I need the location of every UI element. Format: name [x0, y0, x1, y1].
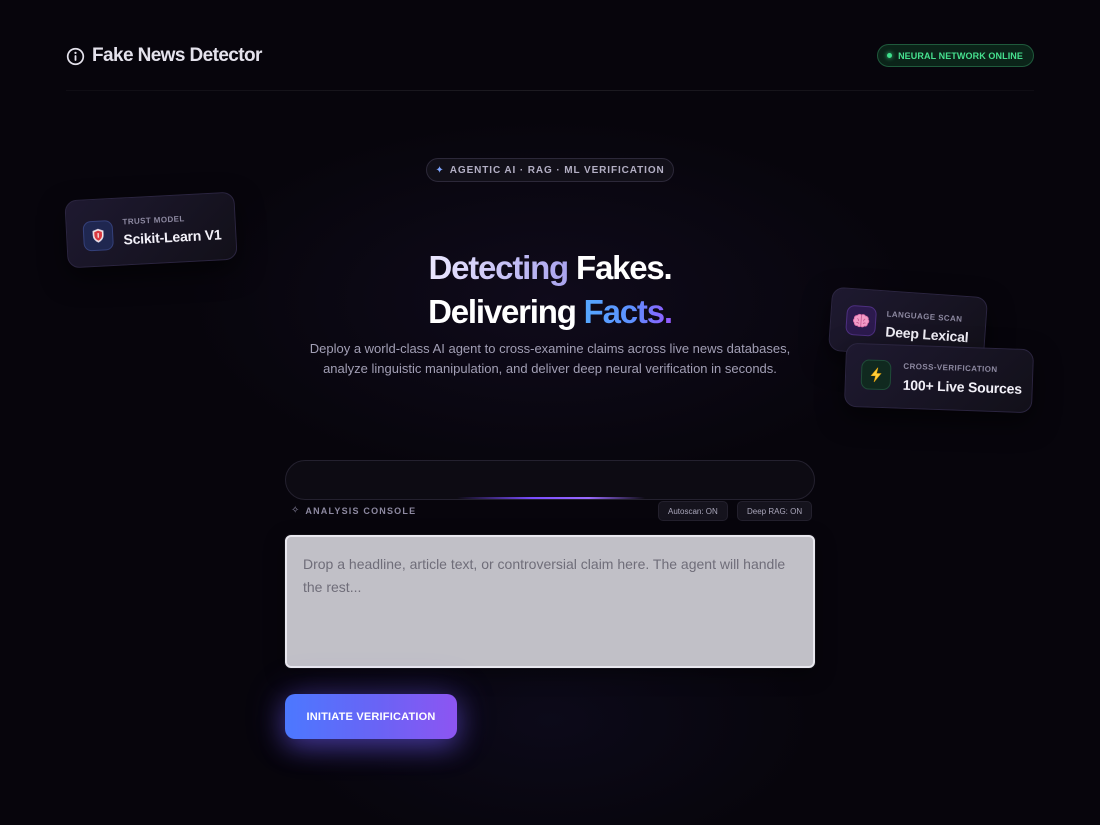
claim-input[interactable] — [285, 535, 815, 668]
headline-line-1: Detecting Fakes. — [200, 246, 900, 290]
sparkle-icon: ✦ — [435, 164, 444, 176]
headline-word-delivering: Delivering — [428, 293, 577, 331]
sparkle-icon: ✧ — [291, 505, 300, 516]
header-divider — [66, 90, 1034, 91]
console-label-group: ✧ ANALYSIS CONSOLE — [291, 505, 416, 516]
initiate-verification-button[interactable]: INITIATE VERIFICATION — [285, 694, 457, 739]
brain-icon — [845, 304, 878, 337]
console-progress-bar — [457, 497, 645, 499]
trust-model-label: TRUST MODEL — [122, 214, 185, 227]
lightning-icon — [860, 359, 892, 391]
deep-rag-toggle[interactable]: Deep RAG: ON — [737, 501, 813, 521]
top-header: Fake News Detector NEURAL NETWORK ONLINE — [66, 40, 1034, 76]
feature-tag-text: AGENTIC AI · RAG · ML VERIFICATION — [449, 164, 665, 176]
language-scan-value: Deep Lexical — [884, 323, 969, 346]
headline-line-2: Delivering Facts. — [200, 290, 900, 334]
brand[interactable]: Fake News Detector — [66, 45, 262, 67]
cross-verification-card: CROSS-VERIFICATION 100+ Live Sources — [843, 342, 1035, 414]
console-label: ANALYSIS CONSOLE — [305, 505, 417, 516]
autoscan-toggle[interactable]: Autoscan: ON — [658, 501, 728, 521]
headline-word-detecting: Detecting — [428, 249, 569, 287]
shield-icon — [82, 220, 114, 252]
trust-model-card: TRUST MODEL Scikit-Learn V1 — [64, 191, 238, 269]
status-dot-icon — [887, 53, 893, 58]
status-text: NEURAL NETWORK ONLINE — [898, 50, 1023, 61]
brand-title: Fake News Detector — [92, 45, 262, 66]
language-scan-label: LANGUAGE SCAN — [886, 309, 963, 324]
headline-word-fakes: Fakes. — [575, 249, 673, 287]
console-meta-row: ✧ ANALYSIS CONSOLE Autoscan: ON Deep RAG… — [291, 501, 813, 521]
trust-model-value: Scikit-Learn V1 — [123, 226, 222, 248]
cross-verification-value: 100+ Live Sources — [902, 376, 1023, 397]
headline-word-facts: Facts. — [583, 293, 673, 331]
feature-tag: ✦ AGENTIC AI · RAG · ML VERIFICATION — [426, 158, 674, 182]
console-status-bar — [285, 460, 815, 500]
cross-verification-label: CROSS-VERIFICATION — [903, 361, 998, 375]
status-badge: NEURAL NETWORK ONLINE — [877, 44, 1034, 67]
hero-headline: Detecting Fakes. Delivering Facts. — [200, 246, 900, 334]
info-circle-icon — [66, 47, 85, 65]
background-glow — [0, 0, 1100, 825]
hero-subtitle: Deploy a world-class AI agent to cross-e… — [309, 341, 791, 376]
